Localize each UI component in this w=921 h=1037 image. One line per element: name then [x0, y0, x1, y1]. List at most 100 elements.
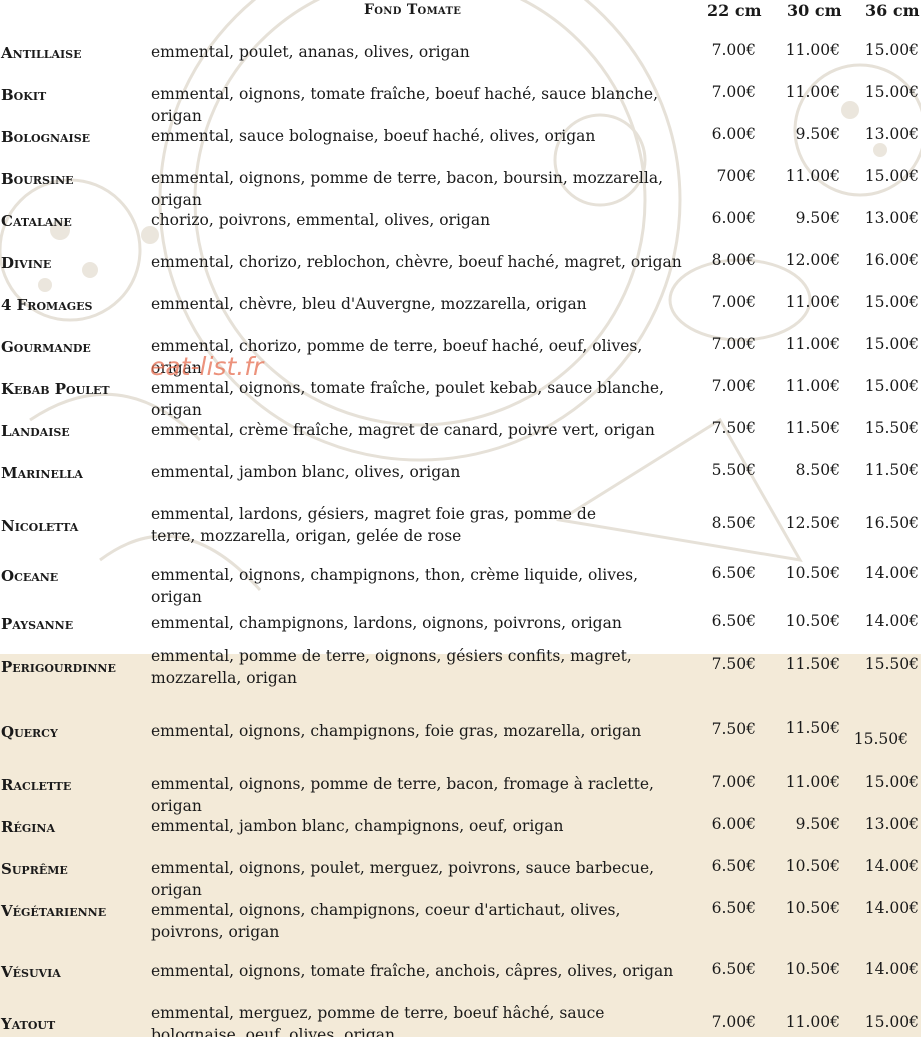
- pizza-name: Quercy: [1, 723, 58, 741]
- price-30: 10.50€: [785, 857, 840, 875]
- price-30: 8.50€: [795, 461, 840, 479]
- pizza-name: Bokit: [1, 86, 47, 104]
- pizza-ingredients: chorizo, poivrons, emmental, olives, ori…: [151, 211, 491, 229]
- price-22: 6.50€: [711, 960, 756, 978]
- pizza-ingredients: emmental, oignons, pomme de terre, bacon…: [151, 775, 654, 815]
- pizza-ingredients: emmental, crème fraîche, magret de canar…: [151, 421, 655, 439]
- price-22: 6.50€: [711, 612, 756, 630]
- price-36: 15.00€: [864, 335, 919, 353]
- price-36: 15.50€: [864, 419, 919, 437]
- pizza-ingredients: emmental, oignons, tomate fraîche, ancho…: [151, 962, 674, 980]
- pizza-name: Catalane: [1, 212, 72, 230]
- price-30: 11.00€: [785, 41, 840, 59]
- pizza-ingredients: emmental, oignons, champignons, foie gra…: [151, 722, 642, 740]
- price-36: 13.00€: [864, 125, 919, 143]
- pizza-ingredients: emmental, jambon blanc, champignons, oeu…: [151, 817, 564, 835]
- price-22: 6.50€: [711, 564, 756, 582]
- pizza-ingredients: emmental, oignons, tomate fraîche, boeuf…: [151, 85, 658, 125]
- pizza-name: Boursine: [1, 170, 74, 188]
- price-30: 12.00€: [785, 251, 840, 269]
- pizza-ingredients: emmental, champignons, lardons, oignons,…: [151, 614, 622, 632]
- price-30: 10.50€: [785, 899, 840, 917]
- price-30: 9.50€: [795, 209, 840, 227]
- price-22: 7.00€: [711, 293, 756, 311]
- pizza-name: Végétarienne: [1, 902, 107, 920]
- price-36: 13.00€: [864, 815, 919, 833]
- pizza-name: Yatout: [1, 1015, 56, 1033]
- price-22: 700€: [716, 167, 756, 185]
- pizza-ingredients: emmental, oignons, tomate fraîche, poule…: [151, 379, 665, 419]
- price-22: 7.50€: [711, 720, 756, 738]
- price-30: 10.50€: [785, 612, 840, 630]
- price-22: 6.50€: [711, 857, 756, 875]
- pizza-name: Divine: [1, 254, 52, 272]
- pizza-name: Gourmande: [1, 338, 91, 356]
- price-36: 15.00€: [864, 167, 919, 185]
- price-36: 14.00€: [864, 612, 919, 630]
- price-36: 16.00€: [864, 251, 919, 269]
- price-36: 13.00€: [864, 209, 919, 227]
- pizza-ingredients: emmental, oignons, pomme de terre, bacon…: [151, 169, 664, 209]
- price-36: 15.50€: [864, 655, 919, 673]
- price-22: 7.00€: [711, 773, 756, 791]
- price-36: 15.00€: [864, 773, 919, 791]
- pizza-name: 4 Fromages: [1, 296, 93, 314]
- pizza-menu: Fond Tomate 22 cm 30 cm 36 cm Antillaise…: [0, 0, 921, 1037]
- pizza-name: Oceane: [1, 567, 59, 585]
- price-36: 14.00€: [864, 960, 919, 978]
- pizza-name: Marinella: [1, 464, 83, 482]
- pizza-ingredients: emmental, jambon blanc, olives, origan: [151, 463, 461, 481]
- price-36: 15.00€: [864, 1013, 919, 1031]
- price-36: 16.50€: [864, 514, 919, 532]
- pizza-name: Régina: [1, 818, 55, 836]
- price-36: 15.50€: [853, 730, 908, 748]
- price-22: 7.00€: [711, 335, 756, 353]
- price-22: 6.00€: [711, 209, 756, 227]
- price-22: 7.50€: [711, 419, 756, 437]
- price-36: 15.00€: [864, 83, 919, 101]
- price-36: 14.00€: [864, 899, 919, 917]
- price-30: 10.50€: [785, 960, 840, 978]
- price-22: 7.00€: [711, 41, 756, 59]
- pizza-ingredients: emmental, oignons, champignons, thon, cr…: [151, 566, 639, 606]
- price-30: 11.00€: [785, 335, 840, 353]
- pizza-ingredients: emmental, chèvre, bleu d'Auvergne, mozza…: [151, 295, 587, 313]
- menu-header: Fond Tomate 22 cm 30 cm 36 cm: [0, 0, 921, 24]
- pizza-name: Paysanne: [1, 615, 74, 633]
- pizza-name: Raclette: [1, 776, 72, 794]
- price-30: 9.50€: [795, 815, 840, 833]
- base-title: Fond Tomate: [364, 2, 462, 18]
- pizza-name: Landaise: [1, 422, 70, 440]
- price-30: 11.00€: [785, 1013, 840, 1031]
- pizza-ingredients: emmental, oignons, poulet, merguez, poiv…: [151, 859, 655, 899]
- price-22: 7.00€: [711, 377, 756, 395]
- price-30: 9.50€: [795, 125, 840, 143]
- pizza-ingredients: emmental, sauce bolognaise, boeuf haché,…: [151, 127, 596, 145]
- price-22: 8.00€: [711, 251, 756, 269]
- pizza-name: Kebab Poulet: [1, 380, 110, 398]
- pizza-ingredients: emmental, lardons, gésiers, magret foie …: [151, 505, 597, 545]
- menu-row: Yatout emmental, merguez, pomme de terre…: [0, 1002, 921, 1037]
- price-30: 10.50€: [785, 564, 840, 582]
- price-36: 15.00€: [864, 377, 919, 395]
- price-22: 7.00€: [711, 1013, 756, 1031]
- price-36: 11.50€: [864, 461, 919, 479]
- size-header-22: 22 cm: [707, 1, 762, 20]
- price-22: 5.50€: [711, 461, 756, 479]
- price-36: 15.00€: [864, 293, 919, 311]
- pizza-name: Suprême: [1, 860, 68, 878]
- pizza-ingredients: emmental, poulet, ananas, olives, origan: [151, 43, 470, 61]
- price-30: 11.00€: [785, 377, 840, 395]
- price-30: 11.50€: [785, 655, 840, 673]
- price-30: 11.50€: [785, 419, 840, 437]
- watermark: eat-list.fr: [150, 352, 264, 381]
- price-22: 6.50€: [711, 899, 756, 917]
- pizza-ingredients: emmental, oignons, champignons, coeur d'…: [151, 901, 621, 941]
- price-22: 7.00€: [711, 83, 756, 101]
- pizza-name: Nicoletta: [1, 517, 79, 535]
- pizza-name: Perigourdinne: [1, 658, 116, 676]
- price-36: 14.00€: [864, 564, 919, 582]
- size-header-30: 30 cm: [787, 1, 842, 20]
- size-header-36: 36 cm: [865, 1, 920, 20]
- price-30: 11.00€: [785, 773, 840, 791]
